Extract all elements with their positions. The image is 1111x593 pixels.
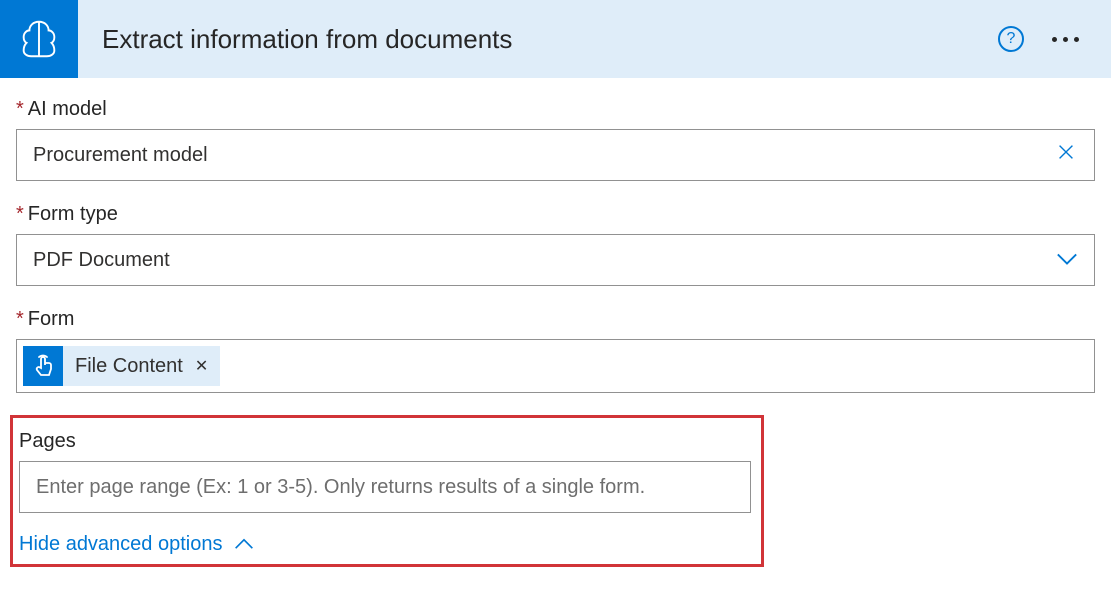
toggle-label: Hide advanced options [19, 533, 222, 556]
pages-input[interactable] [19, 461, 751, 513]
form-type-select[interactable]: PDF Document [16, 234, 1095, 286]
form-type-label: *Form type [16, 203, 1095, 226]
form-label: *Form [16, 308, 1095, 331]
card-body: *AI model Procurement model *Form type P… [0, 78, 1111, 567]
ai-model-label: *AI model [16, 98, 1095, 121]
hand-tap-icon [23, 346, 63, 386]
dynamic-content-token[interactable]: File Content ✕ [23, 346, 220, 386]
brain-icon [16, 16, 62, 62]
chevron-up-icon [234, 533, 254, 556]
header-actions: ? [998, 26, 1111, 52]
field-pages: Pages [19, 430, 751, 513]
highlighted-section: Pages Hide advanced options [10, 415, 764, 567]
pages-label: Pages [19, 430, 751, 453]
form-input[interactable]: File Content ✕ [16, 339, 1095, 393]
card-title: Extract information from documents [102, 24, 998, 55]
form-type-value: PDF Document [33, 249, 1056, 272]
chevron-down-icon[interactable] [1056, 249, 1078, 272]
connector-icon-box [0, 0, 78, 78]
card-header: Extract information from documents ? [0, 0, 1111, 78]
hide-advanced-options-link[interactable]: Hide advanced options [19, 533, 751, 556]
clear-icon[interactable] [1054, 141, 1078, 169]
field-form-type: *Form type PDF Document [16, 203, 1095, 286]
ai-model-input[interactable]: Procurement model [16, 129, 1095, 181]
more-icon[interactable] [1052, 37, 1079, 42]
field-form: *Form File Content ✕ [16, 308, 1095, 393]
token-remove-icon[interactable]: ✕ [191, 356, 212, 376]
token-label: File Content [75, 355, 183, 378]
field-ai-model: *AI model Procurement model [16, 98, 1095, 181]
help-icon[interactable]: ? [998, 26, 1024, 52]
ai-model-value: Procurement model [33, 144, 1054, 167]
